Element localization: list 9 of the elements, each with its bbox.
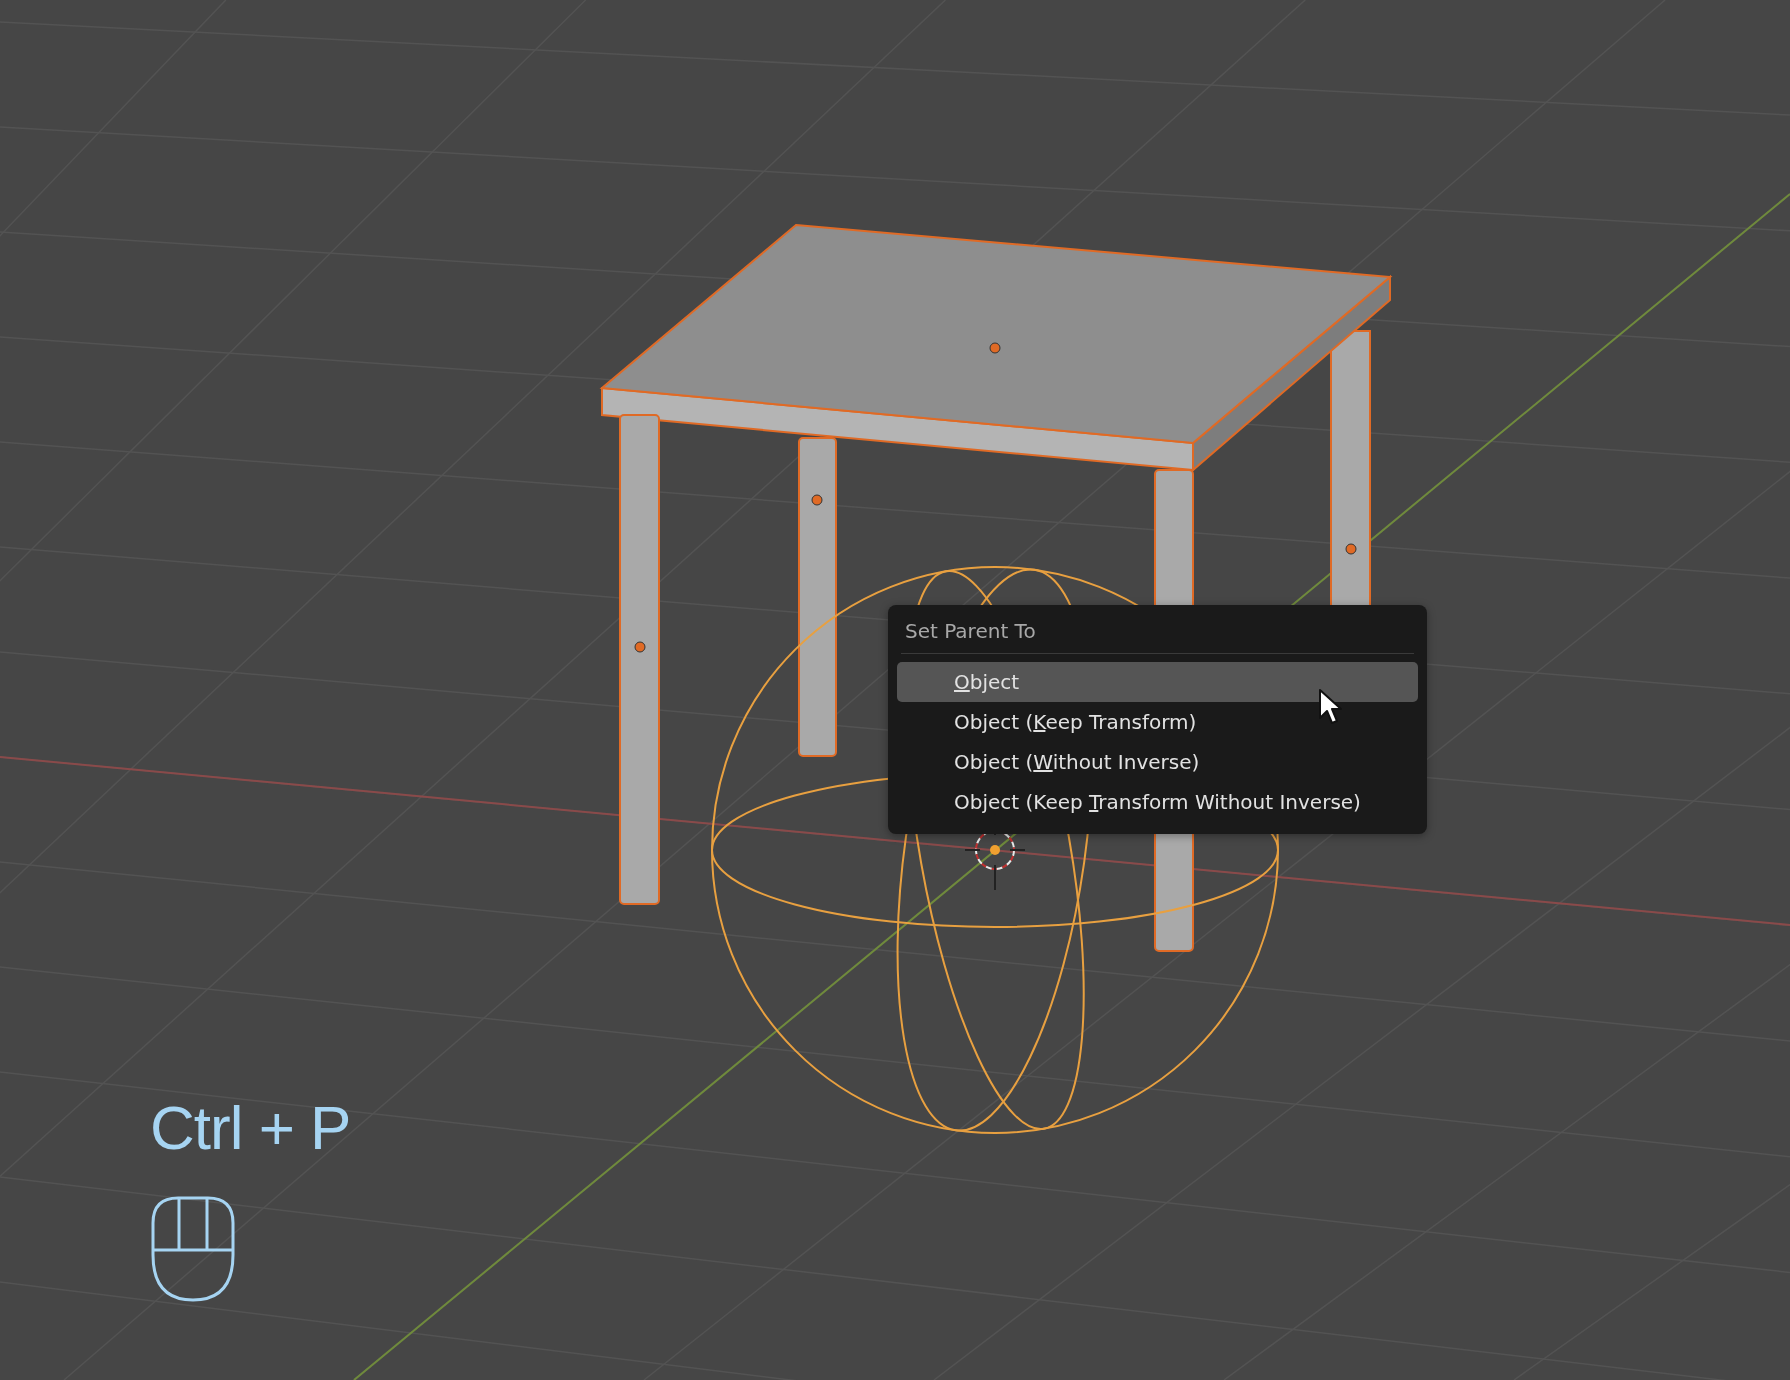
shortcut-keys-label: Ctrl + P: [150, 1092, 351, 1163]
mouse-pointer-icon: [1318, 688, 1342, 726]
3d-viewport[interactable]: Set Parent To Object Object (Keep Transform) Object (Without Inverse) Object (Keep Transform Without Inverse) Ctrl + P: [0, 0, 1790, 1380]
menu-item[interactable]: Object (Without Inverse): [897, 742, 1418, 782]
menu-item[interactable]: Object (Keep Transform Without Inverse): [897, 782, 1418, 822]
menu-title: Set Parent To: [904, 618, 1037, 645]
mouse-icon: [150, 1195, 236, 1303]
menu-item[interactable]: Object: [897, 662, 1418, 702]
menu-item[interactable]: Object (Keep Transform): [897, 702, 1418, 742]
